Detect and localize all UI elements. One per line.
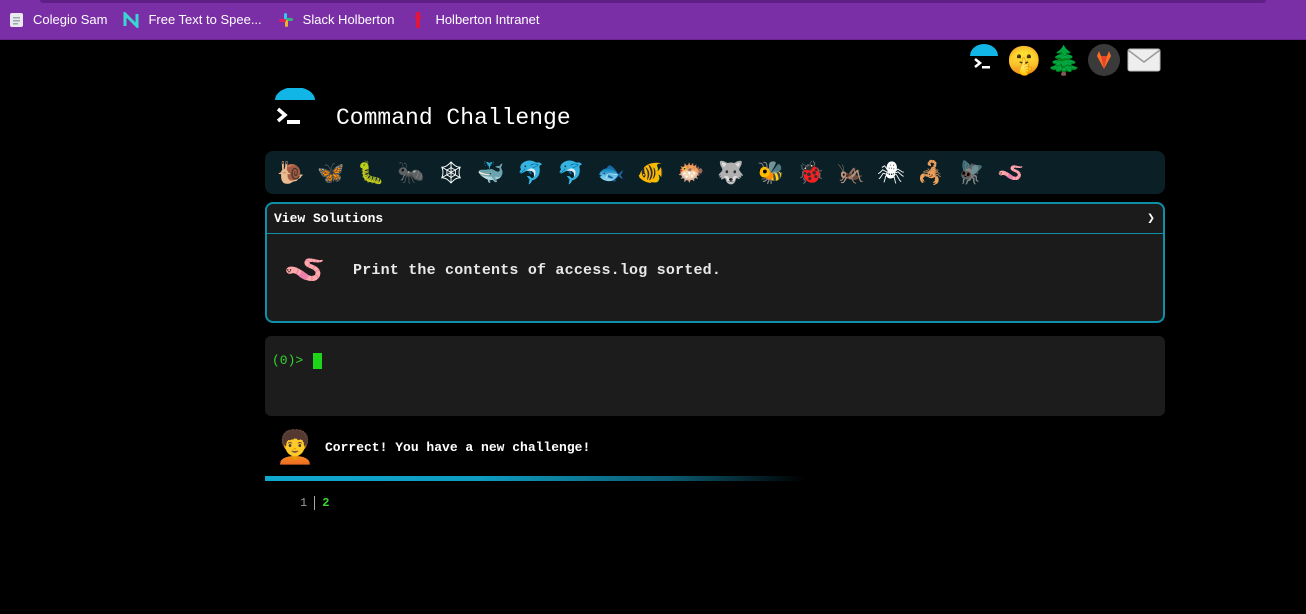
challenge-counter: 1 2 xyxy=(300,496,329,510)
completed-count: 1 xyxy=(300,496,308,510)
bookmark-free-text-to-speech[interactable]: Free Text to Spee... xyxy=(123,0,262,40)
person-avatar-icon: 🧑‍🦱 xyxy=(275,429,315,465)
tree-icon[interactable]: 🌲 xyxy=(1044,42,1084,78)
bookmarks-bar: Colegio Sam Free Text to Spee... Slack H… xyxy=(0,0,1306,40)
challenge-animal-icon[interactable]: 🦋 xyxy=(311,153,351,193)
challenge-animal-icon[interactable]: 🐡 xyxy=(671,153,711,193)
challenge-animal-icon[interactable]: 🐛 xyxy=(351,153,391,193)
challenge-animal-icon[interactable]: 🐟 xyxy=(591,153,631,193)
slack-icon xyxy=(278,12,294,28)
page-icon xyxy=(8,12,24,28)
challenge-card: View Solutions ❯ 🪱 Print the contents of… xyxy=(265,202,1165,323)
result-text: Correct! You have a new challenge! xyxy=(325,439,591,455)
page-header: Command Challenge xyxy=(272,87,571,134)
holberton-icon xyxy=(410,11,426,28)
progress-bar xyxy=(265,476,805,481)
challenge-animal-icon[interactable]: 🐠 xyxy=(631,153,671,193)
window-top-edge xyxy=(40,0,1266,3)
challenge-animal-icon[interactable]: 🐺 xyxy=(711,153,751,193)
chevron-right-icon: ❯ xyxy=(1147,211,1155,226)
challenge-animal-icon[interactable]: 🐳 xyxy=(471,153,511,193)
challenge-animal-icon[interactable]: 🪰 xyxy=(951,153,991,193)
counter-divider xyxy=(314,496,316,510)
challenge-animal-icon[interactable]: 🕷 xyxy=(871,153,911,193)
challenge-animal-icon[interactable]: 🦂 xyxy=(911,153,951,193)
bookmark-label: Free Text to Spee... xyxy=(148,12,262,27)
terminal-input[interactable]: (0)> xyxy=(265,336,1165,416)
page-title: Command Challenge xyxy=(336,105,571,131)
gitlab-icon[interactable] xyxy=(1084,42,1124,78)
challenge-animal-icon[interactable]: 🐝 xyxy=(751,153,791,193)
terminal-prompt: (0)> xyxy=(272,353,304,368)
terminal-cursor xyxy=(313,353,322,369)
challenge-animal-icon[interactable]: 🪱 xyxy=(991,153,1031,193)
challenge-animal-icon[interactable]: 🐬 xyxy=(511,153,551,193)
challenge-animal-icon[interactable]: 🦗 xyxy=(831,153,871,193)
terminal-icon[interactable] xyxy=(964,42,1004,78)
bookmark-holberton-intranet[interactable]: Holberton Intranet xyxy=(410,0,540,40)
challenge-animal-icon[interactable]: 🕸 xyxy=(431,153,471,193)
n-logo-icon xyxy=(123,11,139,28)
challenge-animal-icon[interactable]: 🐌 xyxy=(271,153,311,193)
bookmark-label: Colegio Sam xyxy=(33,12,108,27)
view-solutions-toggle[interactable]: View Solutions ❯ xyxy=(267,204,1163,234)
challenge-animal-icon[interactable]: 🐞 xyxy=(791,153,831,193)
terminal-logo-icon xyxy=(272,87,318,134)
shushing-face-icon[interactable]: 🤫 xyxy=(1004,42,1044,78)
challenge-animal-icon[interactable]: 🐜 xyxy=(391,153,431,193)
worm-icon: 🪱 xyxy=(283,251,327,289)
envelope-icon[interactable] xyxy=(1124,42,1164,78)
result-message: 🧑‍🦱 Correct! You have a new challenge! xyxy=(275,426,591,468)
bookmark-label: Slack Holberton xyxy=(302,12,395,27)
view-solutions-label: View Solutions xyxy=(274,211,384,226)
challenge-animal-icon[interactable]: 🐬 xyxy=(551,153,591,193)
bookmark-colegio-sam[interactable]: Colegio Sam xyxy=(8,0,107,40)
challenge-progress-strip: 🐌 🦋 🐛 🐜 🕸 🐳 🐬 🐬 🐟 🐠 🐡 🐺 🐝 🐞 🦗 🕷 🦂 🪰 🪱 xyxy=(265,151,1165,194)
challenge-description: Print the contents of access.log sorted. xyxy=(353,261,722,279)
top-icon-bar: 🤫 🌲 xyxy=(964,42,1164,78)
current-count: 2 xyxy=(322,496,330,510)
bookmark-slack-holberton[interactable]: Slack Holberton xyxy=(278,0,395,40)
bookmark-label: Holberton Intranet xyxy=(435,12,540,27)
